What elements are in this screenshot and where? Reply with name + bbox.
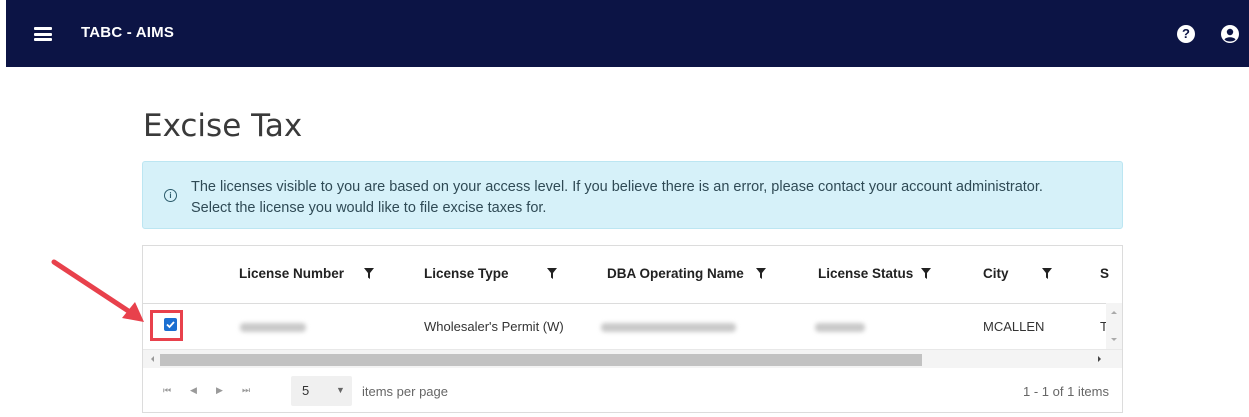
annotation-arrow-icon xyxy=(51,259,144,322)
license-number-redacted xyxy=(240,323,306,332)
top-navigation-bar: TABC - AIMS ? xyxy=(6,0,1249,67)
column-header-dba-operating-name[interactable]: DBA Operating Name xyxy=(607,266,744,281)
license-grid: License Number License Type DBA Operatin… xyxy=(142,245,1123,413)
column-header-license-status[interactable]: License Status xyxy=(818,266,913,281)
city-filter-icon[interactable] xyxy=(1042,268,1052,279)
city-cell: MCALLEN xyxy=(983,319,1045,334)
items-per-page-label: items per page xyxy=(362,384,448,399)
hamburger-menu-icon[interactable] xyxy=(34,27,52,41)
license-type-filter-icon[interactable] xyxy=(547,268,557,279)
chevron-down-icon: ▼ xyxy=(336,385,345,395)
page-size-value: 5 xyxy=(302,383,310,398)
info-circle-icon: i xyxy=(164,189,177,202)
prev-page-icon[interactable]: ◀ xyxy=(190,385,197,396)
page-title: Excise Tax xyxy=(143,108,303,144)
grid-header-row: License Number License Type DBA Operatin… xyxy=(143,246,1122,304)
license-type-cell: Wholesaler's Permit (W) xyxy=(424,319,564,334)
app-title[interactable]: TABC - AIMS xyxy=(81,24,174,41)
user-account-icon[interactable] xyxy=(1221,25,1239,43)
horizontal-scrollbar[interactable] xyxy=(143,349,1122,368)
column-header-city[interactable]: City xyxy=(983,266,1009,281)
license-status-filter-icon[interactable] xyxy=(921,268,931,279)
alert-message: The licenses visible to you are based on… xyxy=(191,179,1043,216)
dba-name-redacted xyxy=(601,323,736,332)
license-status-redacted xyxy=(815,323,865,332)
column-header-partial[interactable]: S xyxy=(1100,266,1109,281)
license-number-filter-icon[interactable] xyxy=(364,268,374,279)
horizontal-scroll-thumb[interactable] xyxy=(160,354,922,366)
dba-name-filter-icon[interactable] xyxy=(756,268,766,279)
last-page-icon[interactable]: ⏭ xyxy=(242,385,250,396)
help-icon[interactable]: ? xyxy=(1177,25,1195,43)
first-page-icon[interactable]: ⏮ xyxy=(163,385,171,396)
table-row[interactable]: Wholesaler's Permit (W) MCALLEN T xyxy=(143,303,1108,349)
pagination-bar: ⏮ ◀ ▶ ⏭ 5 ▼ items per page 1 - 1 of 1 it… xyxy=(143,367,1122,412)
next-page-icon[interactable]: ▶ xyxy=(216,385,223,396)
items-count: 1 - 1 of 1 items xyxy=(1023,384,1109,399)
page-size-dropdown[interactable]: 5 ▼ xyxy=(291,376,352,406)
column-header-license-type[interactable]: License Type xyxy=(424,266,509,281)
info-alert: i The licenses visible to you are based … xyxy=(142,161,1123,229)
vertical-scrollbar[interactable] xyxy=(1106,303,1122,349)
column-header-license-number[interactable]: License Number xyxy=(239,266,344,281)
